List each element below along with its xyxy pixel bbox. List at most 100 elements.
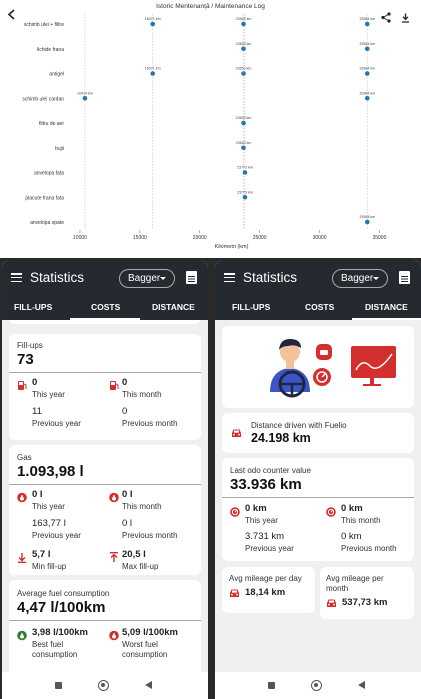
fillups-card: Fill-ups 73 0 This year 0 This month 11 … (9, 334, 201, 440)
data-label: 33984 km (359, 91, 375, 95)
data-point (150, 21, 155, 27)
app-title: Statistics (30, 270, 85, 285)
tab-fill-ups[interactable]: FILL-UPS (232, 302, 270, 312)
previous-card-bottom (9, 320, 201, 324)
fillups-this-month-value: 0 (122, 377, 128, 388)
data-label: 16071 km (145, 17, 161, 21)
chevron-down-icon (160, 277, 166, 280)
divider (9, 372, 201, 373)
app-bar: Statistics Bagger (2, 260, 208, 298)
data-label: 23653 km (236, 17, 252, 21)
data-point (364, 219, 370, 225)
x-axis-label: Kilometri (km) (215, 244, 249, 250)
x-tick-label: 20000 (193, 235, 207, 241)
x-tick-label: 15000 (133, 235, 147, 241)
odo-this-year-label: This year (245, 516, 278, 525)
gas-this-year-label: This year (32, 502, 65, 511)
menu-icon[interactable] (224, 273, 235, 283)
data-point (241, 21, 246, 27)
divider (222, 497, 414, 498)
avg-per-month-label-2: month (326, 584, 349, 593)
report-icon[interactable] (186, 271, 197, 284)
fillups-prev-year-label: Previous year (32, 419, 81, 428)
category-label: placute frana fata (25, 195, 64, 201)
car-icon (232, 429, 241, 437)
chevron-down-icon (373, 277, 379, 280)
odo-value: 33.936 km (230, 476, 302, 493)
home-button[interactable] (311, 680, 322, 691)
gas-prev-year-label: Previous year (32, 531, 81, 540)
system-nav-bar (215, 672, 421, 699)
fillups-prev-year-value: 11 (32, 406, 42, 417)
gas-value: 1.093,98 l (17, 463, 84, 480)
odo-prev-month-label: Previous month (341, 544, 397, 553)
odo-counter-card: Last odo counter value 33.936 km 0 km Th… (222, 458, 414, 561)
data-label: 33984 km (359, 17, 375, 21)
phone-costs-screen: Statistics Bagger FILL-UPS COSTS DISTANC… (2, 260, 208, 699)
distance-driven-value: 24.198 km (251, 431, 311, 445)
divider (9, 484, 201, 485)
worst-consumption-value: 5,09 l/100km (122, 627, 178, 638)
gas-card: Gas 1.093,98 l 0 l This year 0 l This mo… (9, 445, 201, 575)
fillups-this-year-label: This year (32, 390, 65, 399)
distance-driven-label: Distance driven with Fuelio (251, 421, 347, 430)
odo-prev-month-value: 0 km (341, 531, 362, 542)
worst-consumption-label-1: Worst fuel (122, 640, 158, 649)
data-point (82, 95, 88, 101)
data-point (241, 71, 246, 76)
fillups-value: 73 (17, 351, 34, 368)
data-label: 33984 km (359, 215, 375, 219)
distance-driven-card: Distance driven with Fuelio 24.198 km (222, 413, 414, 453)
fillups-this-year-value: 0 (32, 377, 38, 388)
back-button[interactable] (358, 681, 365, 689)
data-label: 23653 km (236, 42, 252, 46)
x-tick-label: 10000 (73, 235, 87, 241)
system-nav-bar (2, 672, 208, 699)
recents-button[interactable] (55, 682, 62, 689)
data-point (364, 21, 370, 27)
odometer-icon (326, 507, 336, 517)
tab-costs[interactable]: COSTS (305, 302, 334, 312)
data-label: 23773 km (237, 166, 253, 170)
category-label: anvelopa spate (30, 220, 64, 226)
report-icon[interactable] (399, 271, 410, 284)
data-point (364, 95, 370, 101)
fuel-drop-icon (17, 492, 27, 503)
driver-illustration (270, 339, 396, 398)
car-icon (230, 589, 239, 597)
back-button[interactable] (145, 681, 152, 689)
fuel-pump-icon (110, 381, 119, 390)
app-bar: Statistics Bagger (215, 260, 421, 298)
tab-distance[interactable]: DISTANCE (152, 302, 195, 312)
data-label: 33984 km (359, 42, 375, 46)
gas-max-fill-value: 20,5 l (122, 549, 146, 560)
fillups-label: Fill-ups (17, 341, 43, 350)
avg-per-month-label-1: Avg mileage per (326, 574, 384, 583)
home-button[interactable] (98, 680, 109, 691)
max-fill-arrow-icon (110, 552, 118, 562)
menu-icon[interactable] (11, 273, 22, 283)
category-label: schimb ulei + filtre (24, 22, 64, 28)
gas-this-month-value: 0 l (122, 489, 133, 500)
avg-per-day-value: 18,14 km (245, 587, 286, 598)
tab-fill-ups[interactable]: FILL-UPS (14, 302, 52, 312)
category-label: schimb ulei cardan (22, 96, 64, 102)
tab-costs[interactable]: COSTS (91, 302, 120, 312)
vehicle-selector[interactable]: Bagger (332, 269, 388, 288)
consumption-value: 4,47 l/100km (17, 599, 106, 616)
phone-distance-screen: Statistics Bagger FILL-UPS COSTS DISTANC… (215, 260, 421, 699)
vehicle-selector[interactable]: Bagger (119, 269, 175, 288)
recents-button[interactable] (268, 682, 275, 689)
data-point (364, 71, 370, 76)
x-tick-label: 35000 (372, 235, 386, 241)
fillups-this-month-label: This month (122, 390, 162, 399)
category-label: bujii (55, 146, 64, 152)
data-label: 33984 km (359, 67, 375, 71)
tab-bar: FILL-UPS COSTS DISTANCE (215, 298, 421, 320)
odo-label: Last odo counter value (230, 466, 311, 475)
gas-this-month-label: This month (122, 502, 162, 511)
gas-label: Gas (17, 453, 32, 462)
tab-distance[interactable]: DISTANCE (365, 302, 408, 312)
data-label: 23653 km (236, 67, 252, 71)
gas-max-fill-label: Max fill-up (122, 562, 159, 571)
